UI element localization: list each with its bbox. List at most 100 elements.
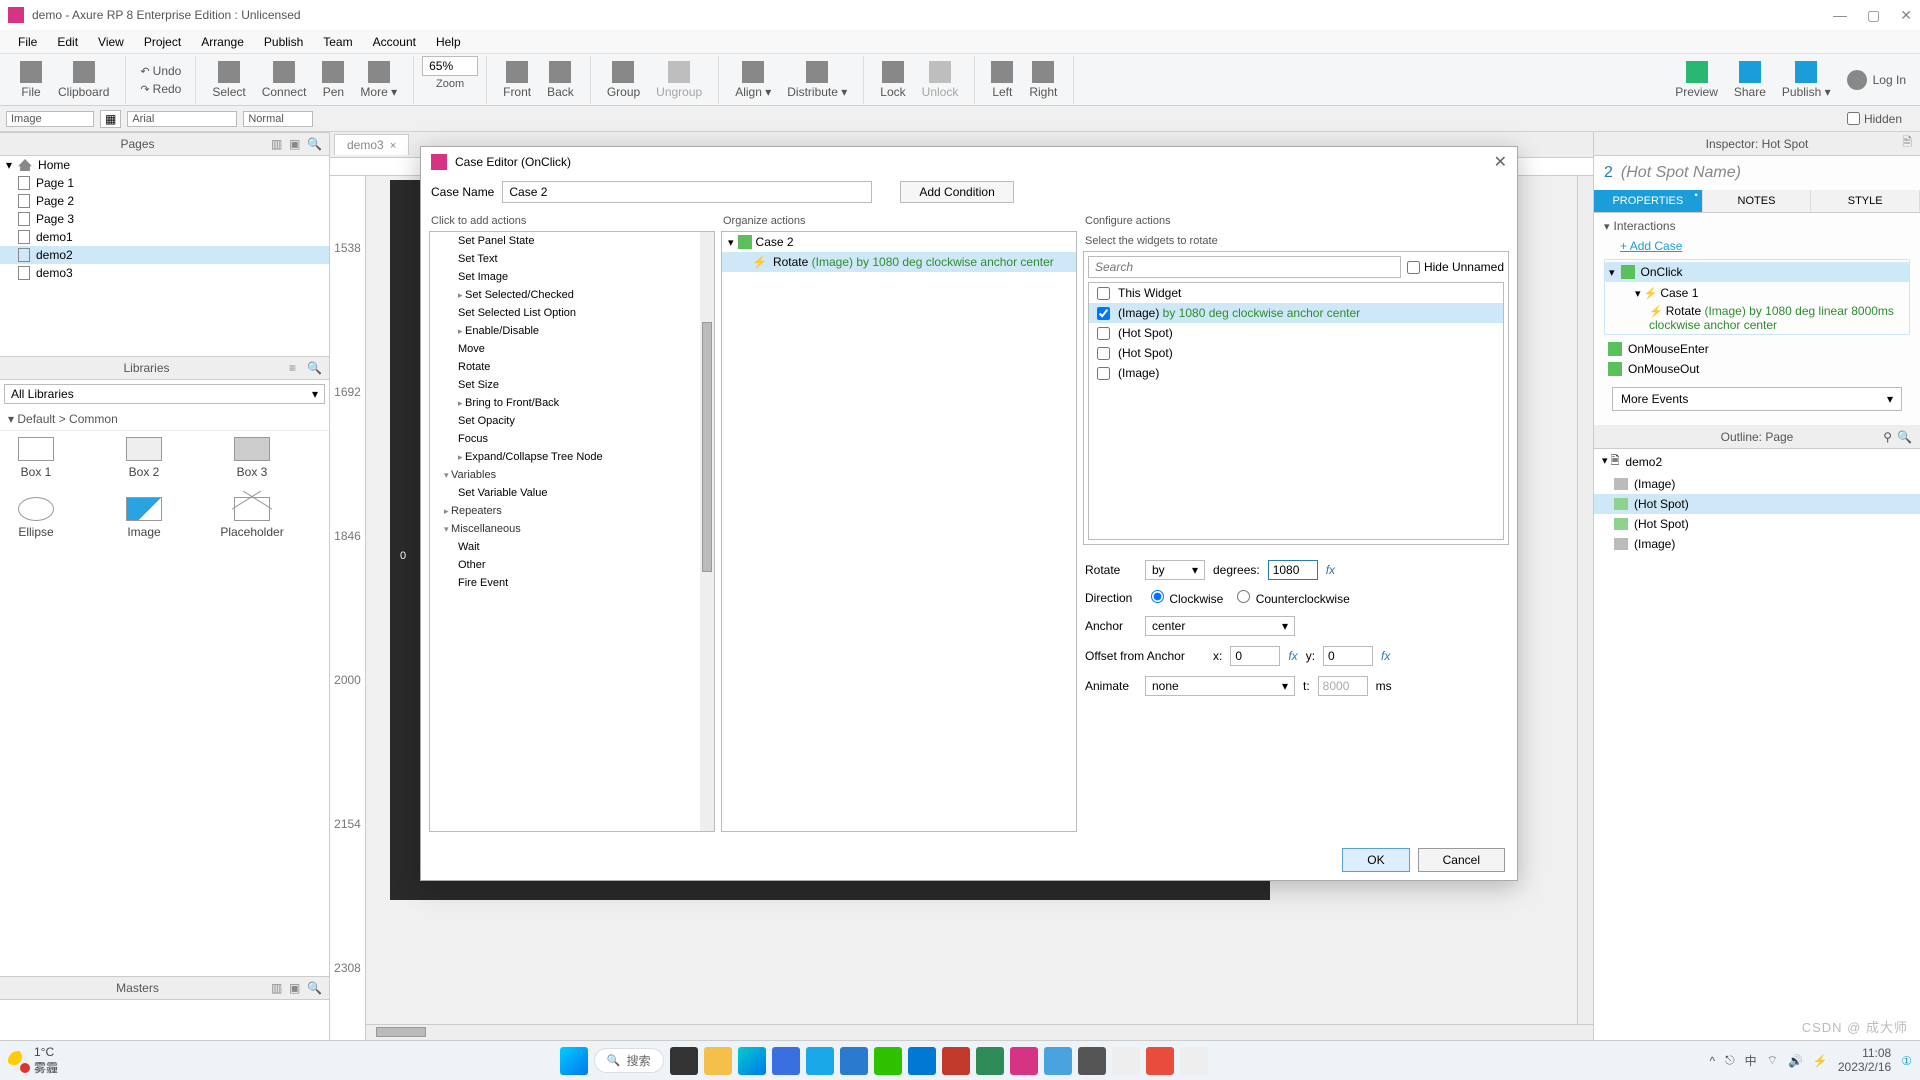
pages-home[interactable]: ▾ Home (0, 156, 329, 174)
weather-widget[interactable]: 1°C雾霾 (8, 1045, 58, 1076)
ime-indicator[interactable]: 中 (1745, 1052, 1757, 1069)
app-icon[interactable] (1078, 1047, 1106, 1075)
app-icon[interactable] (1180, 1047, 1208, 1075)
action-item[interactable]: Expand/Collapse Tree Node (430, 448, 714, 466)
insert-icon[interactable]: ▦ (100, 110, 121, 128)
add-case-link[interactable]: + Add Case (1604, 237, 1910, 259)
start-button[interactable] (560, 1047, 588, 1075)
distribute-button[interactable]: Distribute ▾ (779, 59, 855, 101)
app-icon[interactable] (806, 1047, 834, 1075)
page-item[interactable]: demo1 (0, 228, 329, 246)
menu-project[interactable]: Project (134, 33, 191, 51)
cancel-button[interactable]: Cancel (1418, 848, 1505, 872)
outline-item[interactable]: (Hot Spot) (1594, 494, 1920, 514)
notifications-icon[interactable]: ① (1901, 1054, 1912, 1068)
case-row[interactable]: ▾ ⚡ Case 1 (1605, 284, 1909, 302)
more-tools[interactable]: More ▾ (352, 59, 405, 101)
canvas-tab[interactable]: demo3 × (334, 134, 409, 155)
rotate-mode-dropdown[interactable]: by▾ (1145, 560, 1205, 580)
action-item[interactable]: Set Panel State (430, 232, 714, 250)
font-combo[interactable] (127, 111, 237, 127)
menu-help[interactable]: Help (426, 33, 471, 51)
action-row[interactable]: ⚡ Rotate (Image) by 1080 deg linear 8000… (1605, 302, 1909, 334)
action-item[interactable]: Fire Event (430, 574, 714, 592)
hidden-checkbox[interactable]: Hidden (1847, 112, 1902, 126)
action-item[interactable]: Set Variable Value (430, 484, 714, 502)
fx-button[interactable]: fx (1326, 563, 1335, 577)
more-events-dropdown[interactable]: More Events▾ (1612, 387, 1902, 411)
add-master-icon[interactable]: ▥ (271, 981, 285, 995)
menu-arrange[interactable]: Arrange (191, 33, 254, 51)
volume-icon[interactable]: 🔊 (1788, 1054, 1803, 1068)
battery-icon[interactable]: ⚡ (1813, 1054, 1828, 1068)
app-icon[interactable] (1112, 1047, 1140, 1075)
outline-item[interactable]: (Image) (1594, 474, 1920, 494)
action-item[interactable]: Wait (430, 538, 714, 556)
action-category[interactable]: Repeaters (430, 502, 714, 520)
app-icon[interactable] (840, 1047, 868, 1075)
fx-button[interactable]: fx (1381, 649, 1390, 663)
login-button[interactable]: Log In (1847, 70, 1906, 90)
clockwise-radio[interactable]: Clockwise (1145, 590, 1223, 606)
action-item[interactable]: Set Opacity (430, 412, 714, 430)
widget-search-input[interactable] (1088, 256, 1401, 278)
shape-combo[interactable] (6, 111, 94, 127)
maximize-button[interactable]: ▢ (1867, 7, 1880, 24)
search-icon[interactable]: 🔍 (307, 361, 321, 375)
lib-box3[interactable]: Box 3 (222, 437, 282, 479)
action-item[interactable]: Set Selected/Checked (430, 286, 714, 304)
action-category[interactable]: Variables (430, 466, 714, 484)
horizontal-scrollbar[interactable] (366, 1024, 1593, 1040)
close-button[interactable]: ✕ (1900, 7, 1912, 24)
taskbar-search[interactable]: 🔍 搜索 (594, 1048, 664, 1073)
action-item[interactable]: Bring to Front/Back (430, 394, 714, 412)
lib-ellipse[interactable]: Ellipse (6, 497, 66, 539)
search-icon[interactable]: 🔍 (307, 137, 321, 151)
wechat-icon[interactable] (874, 1047, 902, 1075)
action-category[interactable]: Miscellaneous (430, 520, 714, 538)
share-button[interactable]: Share (1726, 59, 1774, 101)
preview-button[interactable]: Preview (1667, 59, 1726, 101)
action-item[interactable]: Focus (430, 430, 714, 448)
offset-x-input[interactable] (1230, 646, 1280, 666)
app-icon[interactable] (772, 1047, 800, 1075)
align-button[interactable]: Align ▾ (727, 59, 779, 101)
pen-tool[interactable]: Pen (314, 59, 352, 101)
clipboard-button[interactable]: Clipboard (50, 59, 117, 101)
action-item[interactable]: Rotate (430, 358, 714, 376)
publish-button[interactable]: Publish ▾ (1774, 59, 1839, 101)
outline-root[interactable]: ▾ 🗎 demo2 (1594, 449, 1920, 474)
edge-icon[interactable] (738, 1047, 766, 1075)
lib-box2[interactable]: Box 2 (114, 437, 174, 479)
tab-notes[interactable]: NOTES (1703, 190, 1812, 212)
event-onmouseenter[interactable]: OnMouseEnter (1604, 339, 1910, 359)
doc-icon[interactable]: 🗎 (1902, 133, 1912, 154)
menu-file[interactable]: File (8, 33, 47, 51)
action-item[interactable]: Move (430, 340, 714, 358)
menu-account[interactable]: Account (363, 33, 426, 51)
page-item[interactable]: Page 2 (0, 192, 329, 210)
counterclockwise-radio[interactable]: Counterclockwise (1231, 590, 1349, 606)
filter-icon[interactable]: ⚲ (1883, 430, 1892, 444)
page-item[interactable]: demo3 (0, 264, 329, 282)
add-page-icon[interactable]: ▥ (271, 137, 285, 151)
add-master-folder-icon[interactable]: ▣ (289, 981, 303, 995)
menu-view[interactable]: View (88, 33, 134, 51)
lock-button[interactable]: Lock (872, 59, 913, 101)
widget-row[interactable]: (Hot Spot) (1089, 343, 1503, 363)
library-selector[interactable]: All Libraries▾ (4, 384, 325, 404)
inspector-name[interactable]: (Hot Spot Name) (1621, 164, 1741, 182)
file-button[interactable]: File (12, 59, 50, 101)
page-item[interactable]: Page 1 (0, 174, 329, 192)
organize-case[interactable]: ▾ Case 2 (722, 232, 1076, 252)
connect-tool[interactable]: Connect (254, 59, 315, 101)
left-button[interactable]: Left (983, 59, 1021, 101)
back-button[interactable]: Back (539, 59, 582, 101)
outline-item[interactable]: (Image) (1594, 534, 1920, 554)
vertical-scrollbar[interactable] (1577, 176, 1593, 1024)
scrollbar[interactable] (700, 232, 714, 831)
lib-menu-icon[interactable]: ≡ (289, 361, 303, 375)
menu-team[interactable]: Team (313, 33, 362, 51)
app-icon[interactable] (1044, 1047, 1072, 1075)
page-item[interactable]: Page 3 (0, 210, 329, 228)
